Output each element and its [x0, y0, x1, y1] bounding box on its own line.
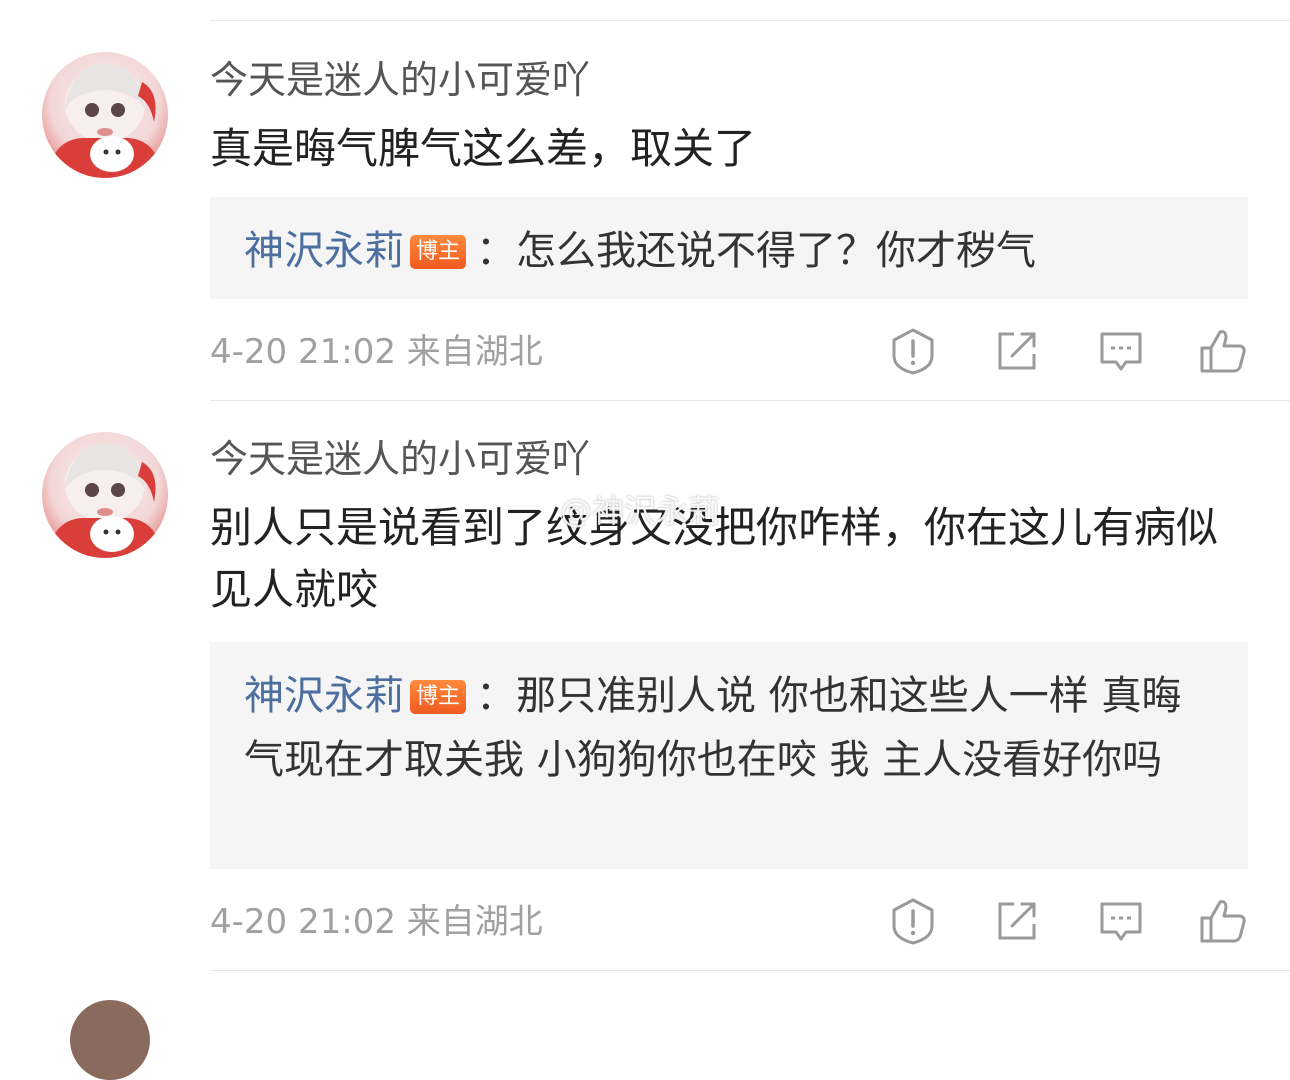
comment-text: 真是晦气脾气这么差，取关了 [210, 124, 757, 173]
report-icon[interactable] [888, 896, 938, 946]
reply-author-name[interactable]: 神沢永莉 [244, 673, 404, 719]
author-reply[interactable]: 神沢永莉 博主 ：那只准别人说 你也和这些人一样 真晦气现在才取关我 小狗狗你也在咬… [210, 642, 1248, 869]
watermark: @神沢永莉 [560, 492, 721, 530]
top-divider [210, 20, 1290, 21]
comment-icon[interactable] [1096, 896, 1146, 946]
reply-text: 怎么我还说不得了？你才秽气 [516, 228, 1037, 274]
author-badge: 博主 [410, 680, 467, 714]
repost-icon[interactable] [992, 896, 1042, 946]
comment-icon[interactable] [1096, 326, 1146, 376]
avatar[interactable] [42, 432, 168, 558]
comment-text: 别人只是说看到了纹身又没把你咋样，你在这儿有病似见人就咬 [210, 503, 1219, 614]
comment-meta: 4-20 21:02 来自湖北 [210, 332, 543, 372]
repost-icon[interactable] [992, 326, 1042, 376]
action-bar [888, 896, 1248, 946]
username[interactable]: 今天是迷人的小可爱吖 [210, 57, 590, 103]
comment-time: 4-20 21:02 [210, 902, 396, 942]
comment-divider [210, 400, 1290, 401]
report-icon[interactable] [888, 326, 938, 376]
author-reply[interactable]: 神沢永莉 博主 ：怎么我还说不得了？你才秽气 [210, 197, 1248, 299]
reply-separator: ： [476, 228, 517, 274]
comment-meta: 4-20 21:02 来自湖北 [210, 902, 543, 942]
like-icon[interactable] [1198, 896, 1248, 946]
reply-separator: ： [476, 673, 517, 719]
like-icon[interactable] [1198, 326, 1248, 376]
avatar[interactable] [70, 1000, 150, 1080]
comment-time: 4-20 21:02 [210, 332, 396, 372]
comment-location: 来自湖北 [406, 332, 543, 372]
username[interactable]: 今天是迷人的小可爱吖 [210, 436, 590, 482]
action-bar [888, 326, 1248, 376]
avatar[interactable] [42, 52, 168, 178]
comment-location: 来自湖北 [406, 902, 543, 942]
reply-author-name[interactable]: 神沢永莉 [244, 228, 404, 274]
author-badge: 博主 [410, 235, 467, 269]
comment-divider [210, 970, 1290, 971]
